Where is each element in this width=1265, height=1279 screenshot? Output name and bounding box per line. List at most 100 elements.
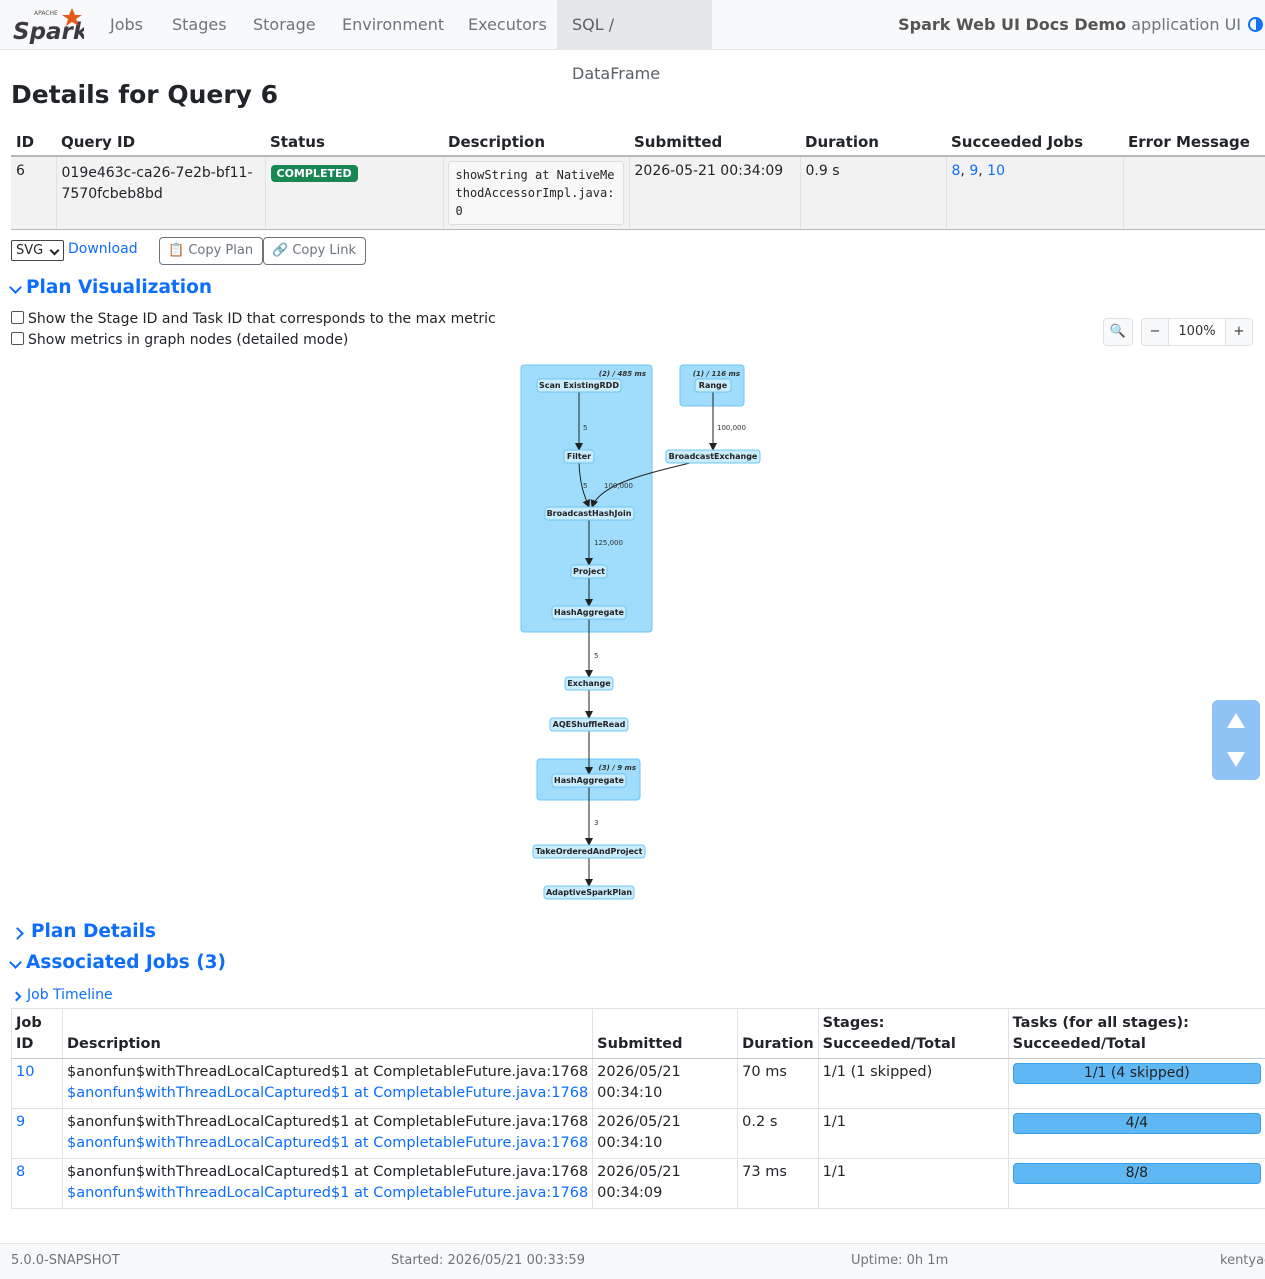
job-submitted-cell: 2026/05/21 00:34:10 — [592, 1058, 738, 1109]
stage-task-checkbox[interactable] — [11, 311, 24, 324]
job-description: $anonfun$withThreadLocalCaptured$1 at Co… — [67, 1114, 589, 1130]
succeeded-jobs-cell: 8, 9, 10 — [945, 156, 1123, 230]
stage-task-checkbox-label: Show the Stage ID and Task ID that corre… — [28, 311, 496, 327]
plan-graph[interactable]: (2) / 485 ms (1) / 116 ms (3) / 9 ms 5 1… — [500, 360, 770, 905]
job-submitted-time: 00:34:09 — [597, 1185, 663, 1201]
table-row: 6 019e463c-ca26-7e2b-bf11- 7570fcbeb8bd C… — [11, 156, 1265, 230]
app-name-suffix: application UI — [1126, 15, 1241, 34]
copy-link-button[interactable]: 🔗 Copy Link — [263, 237, 367, 265]
theme-toggle-icon[interactable] — [1248, 17, 1263, 32]
job-description-cell: $anonfun$withThreadLocalCaptured$1 at Co… — [61, 1058, 593, 1109]
job-id-cell: 10 — [11, 1058, 63, 1109]
job-description-link[interactable]: $anonfun$withThreadLocalCaptured$1 at Co… — [67, 1135, 588, 1151]
job-submitted-date: 2026/05/21 — [597, 1114, 681, 1130]
zoom-in-button[interactable]: + — [1225, 318, 1253, 346]
zoom-out-button[interactable]: − — [1141, 318, 1169, 346]
nav-tab-stages[interactable]: Stages — [157, 0, 242, 50]
job-timeline-link[interactable]: Job Timeline — [27, 987, 113, 1003]
copy-plan-button[interactable]: 📋 Copy Plan — [159, 237, 264, 265]
job-description: $anonfun$withThreadLocalCaptured$1 at Co… — [67, 1064, 589, 1080]
job-link-8[interactable]: 8 — [952, 163, 961, 179]
job-stages-cell: 1/1 (1 skipped) — [817, 1058, 1009, 1109]
format-select-value: SVG — [16, 243, 44, 258]
footer-version: 5.0.0-SNAPSHOT — [11, 1253, 120, 1268]
format-select[interactable]: SVG — [11, 240, 64, 261]
col-header-description[interactable]: Description — [61, 1008, 593, 1059]
metrics-checkbox[interactable] — [11, 332, 24, 345]
footer-started: Started: 2026/05/21 00:33:59 — [391, 1253, 585, 1268]
plan-node-label: Project — [573, 567, 605, 576]
query-uuid-part1: 019e463c-ca26-7e2b-bf11- — [61, 165, 253, 181]
plan-node-label: HashAggregate — [554, 776, 625, 785]
nav-tab-jobs[interactable]: Jobs — [95, 0, 158, 50]
job-link-10[interactable]: 10 — [987, 163, 1005, 179]
job-tasks-cell: 1/1 (4 skipped) — [1007, 1058, 1265, 1109]
plan-node-label: TakeOrderedAndProject — [535, 847, 642, 856]
col-header-error-message: Error Message — [1123, 130, 1265, 157]
metrics-checkbox-row[interactable]: Show metrics in graph nodes (detailed mo… — [11, 332, 348, 348]
stage-task-checkbox-row[interactable]: Show the Stage ID and Task ID that corre… — [11, 311, 496, 327]
spark-logo[interactable]: APACHE Spark — [12, 6, 90, 45]
description-cell: showString at NativeMethodAccessorImpl.j… — [442, 156, 629, 230]
table-row: 9 $anonfun$withThreadLocalCaptured$1 at … — [11, 1108, 1265, 1159]
status-badge: COMPLETED — [270, 165, 358, 182]
job-description-link[interactable]: $anonfun$withThreadLocalCaptured$1 at Co… — [67, 1185, 588, 1201]
scroll-down-icon[interactable] — [1227, 752, 1245, 767]
col-header-submitted: Submitted — [629, 130, 800, 157]
scroll-up-icon[interactable] — [1227, 713, 1245, 728]
nav-tab-executors[interactable]: Executors — [453, 0, 562, 50]
plan-visualization-title[interactable]: Plan Visualization — [26, 277, 212, 298]
nav-tab-sql[interactable]: SQL / DataFrame — [557, 0, 712, 83]
tasks-progress-bar: 1/1 (4 skipped) — [1012, 1063, 1261, 1084]
chevron-right-icon[interactable] — [11, 927, 24, 940]
nav-tab-storage[interactable]: Storage — [238, 0, 331, 50]
col-header-query-id: Query ID — [56, 130, 265, 157]
col-header-stages[interactable]: Stages: Succeeded/Total — [817, 1008, 1009, 1059]
table-row: 8 $anonfun$withThreadLocalCaptured$1 at … — [11, 1158, 1265, 1209]
app-name-bold: Spark Web UI Docs Demo — [898, 15, 1127, 34]
plan-edge-label: 5 — [583, 482, 587, 490]
col-header-stages-2: Succeeded/Total — [822, 1036, 956, 1052]
chevron-down-icon[interactable] — [9, 281, 22, 294]
zoom-level: 100% — [1168, 318, 1226, 346]
tasks-progress-bar: 4/4 — [1012, 1113, 1261, 1134]
job-stages-cell: 1/1 — [817, 1108, 1009, 1159]
col-header-submitted[interactable]: Submitted — [592, 1008, 738, 1059]
chevron-down-icon[interactable] — [9, 956, 22, 969]
col-header-job-id[interactable]: Job ID — [11, 1008, 63, 1059]
plan-node-label: Filter — [567, 452, 591, 461]
job-id-link[interactable]: 8 — [16, 1164, 25, 1180]
plan-cluster-stage-2 — [520, 364, 653, 633]
job-id-link[interactable]: 9 — [16, 1114, 25, 1130]
job-submitted-cell: 2026/05/21 00:34:10 — [592, 1108, 738, 1159]
zoom-search-button[interactable]: 🔍 — [1103, 318, 1133, 346]
nav-tab-environment[interactable]: Environment — [327, 0, 459, 50]
job-submitted-date: 2026/05/21 — [597, 1064, 681, 1080]
description-code: showString at NativeMethodAccessorImpl.j… — [447, 161, 624, 225]
tasks-progress-label: 8/8 — [1125, 1165, 1149, 1181]
col-header-tasks-1: Tasks (for all stages): — [1012, 1015, 1189, 1031]
download-link[interactable]: Download — [68, 241, 138, 257]
associated-jobs-title[interactable]: Associated Jobs (3) — [26, 952, 226, 973]
plan-cluster-label: (3) / 9 ms — [599, 764, 636, 772]
status-cell: COMPLETED — [264, 156, 443, 230]
col-header-duration[interactable]: Duration — [737, 1008, 819, 1059]
job-duration-cell: 70 ms — [737, 1058, 819, 1109]
search-icon: 🔍 — [1109, 324, 1127, 339]
plan-node-label: AdaptiveSparkPlan — [546, 888, 632, 897]
tasks-progress-label: 1/1 (4 skipped) — [1083, 1065, 1190, 1081]
job-description-link[interactable]: $anonfun$withThreadLocalCaptured$1 at Co… — [67, 1085, 588, 1101]
metrics-checkbox-label: Show metrics in graph nodes (detailed mo… — [28, 332, 349, 348]
plan-node-label: Scan ExistingRDD — [539, 381, 619, 390]
table-row: 10 $anonfun$withThreadLocalCaptured$1 at… — [11, 1058, 1265, 1109]
chevron-right-icon[interactable] — [11, 991, 22, 1002]
plan-edge-label: 5 — [594, 652, 598, 660]
job-description: $anonfun$withThreadLocalCaptured$1 at Co… — [67, 1164, 589, 1180]
footer-user: kentyao — [1220, 1253, 1265, 1268]
job-id-link[interactable]: 10 — [16, 1064, 34, 1080]
job-link-9[interactable]: 9 — [969, 163, 978, 179]
plan-node-label: HashAggregate — [554, 608, 625, 617]
col-header-tasks[interactable]: Tasks (for all stages): Succeeded/Total — [1007, 1008, 1265, 1059]
col-header-tasks-2: Succeeded/Total — [1012, 1036, 1146, 1052]
plan-details-title[interactable]: Plan Details — [31, 921, 156, 942]
